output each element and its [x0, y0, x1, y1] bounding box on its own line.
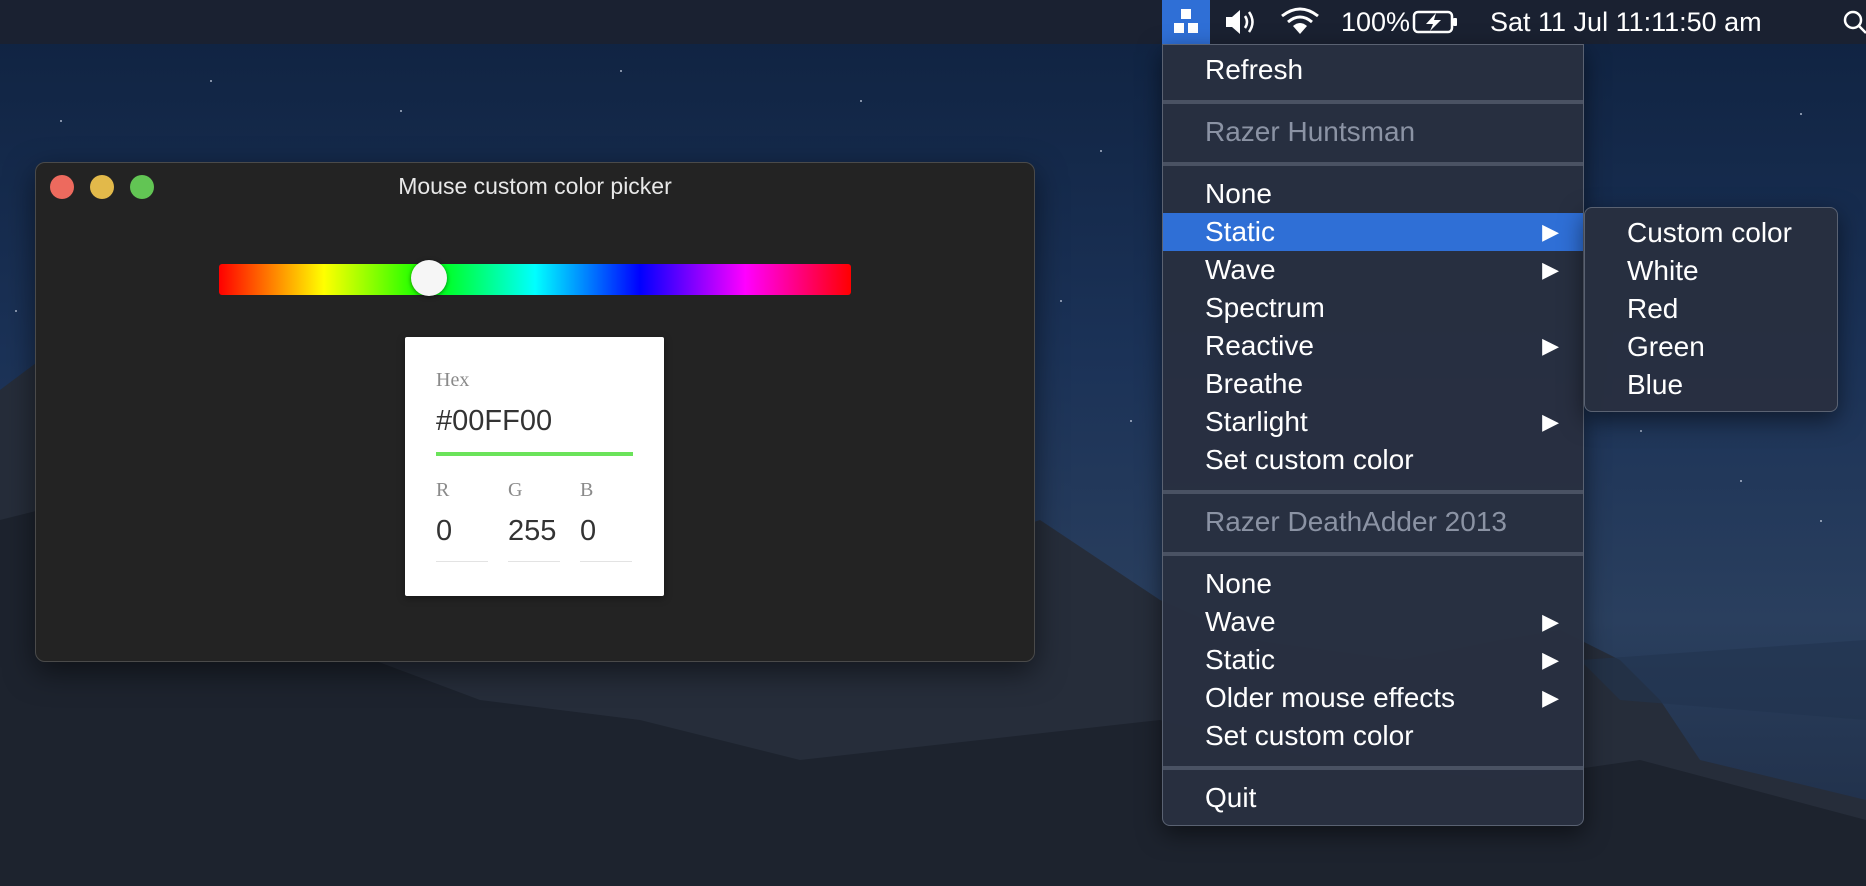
g-input[interactable]: 255: [508, 515, 556, 548]
menu-item-label: None: [1205, 568, 1272, 599]
window-title: Mouse custom color picker: [398, 173, 672, 199]
menu-item-huntsman-starlight[interactable]: Starlight ▶: [1163, 403, 1583, 441]
menu-item-deathadder-static[interactable]: Static ▶: [1163, 641, 1583, 679]
menu-item-label: Static: [1205, 216, 1276, 247]
menu-header-razer-huntsman: Razer Huntsman: [1205, 116, 1416, 147]
hex-input-underline: [436, 452, 633, 456]
submenu-item-green[interactable]: Green: [1585, 328, 1837, 366]
submenu-item-custom-color[interactable]: Custom color: [1585, 214, 1837, 252]
menu-item-label: Set custom color: [1205, 720, 1414, 751]
r-input[interactable]: 0: [436, 515, 452, 548]
submenu-arrow-icon: ▶: [1542, 647, 1559, 672]
menu-bar: 100% Sat 11 Jul 11:11:50 am: [0, 0, 1866, 44]
tray-dropdown-menu: Refresh Razer Huntsman None Static ▶ Wav…: [1162, 44, 1584, 826]
menu-header-razer-deathadder: Razer DeathAdder 2013: [1205, 506, 1507, 537]
menu-item-label: Starlight: [1205, 406, 1308, 437]
submenu-item-white[interactable]: White: [1585, 252, 1837, 290]
clock[interactable]: Sat 11 Jul 11:11:50 am: [1490, 0, 1762, 44]
hue-slider-track[interactable]: [219, 264, 851, 295]
battery-charging-icon[interactable]: [1412, 0, 1460, 44]
razer-tray-icon-glyph: [1174, 9, 1198, 33]
submenu-arrow-icon: ▶: [1542, 409, 1559, 434]
b-input-underline: [580, 561, 632, 562]
razer-tray-icon[interactable]: [1162, 0, 1210, 44]
menu-item-label: Breathe: [1205, 368, 1304, 399]
menu-item-deathadder-wave[interactable]: Wave ▶: [1163, 603, 1583, 641]
menu-item-deathadder-older-effects[interactable]: Older mouse effects ▶: [1163, 679, 1583, 717]
menu-item-huntsman-none[interactable]: None: [1163, 175, 1583, 213]
menu-item-label: Spectrum: [1205, 292, 1325, 323]
b-input[interactable]: 0: [580, 515, 596, 548]
menu-item-label: Static: [1205, 644, 1276, 675]
menu-item-label: Older mouse effects: [1205, 682, 1456, 713]
submenu-arrow-icon: ▶: [1542, 219, 1559, 244]
menu-item-deathadder-set-custom-color[interactable]: Set custom color: [1163, 717, 1583, 755]
menu-item-label: Reactive: [1205, 330, 1314, 361]
menu-item-huntsman-reactive[interactable]: Reactive ▶: [1163, 327, 1583, 365]
menu-item-label: Wave: [1205, 606, 1276, 637]
submenu-item-red[interactable]: Red: [1585, 290, 1837, 328]
menu-item-huntsman-spectrum[interactable]: Spectrum: [1163, 289, 1583, 327]
wifi-icon[interactable]: [1278, 0, 1322, 44]
submenu-item-blue[interactable]: Blue: [1585, 366, 1837, 404]
battery-percent: 100%: [1341, 7, 1411, 37]
menu-item-huntsman-breathe[interactable]: Breathe: [1163, 365, 1583, 403]
color-picker-window: Mouse custom color picker Hex #00FF00 R …: [35, 162, 1035, 662]
menu-item-label: Wave: [1205, 254, 1276, 285]
submenu-arrow-icon: ▶: [1542, 333, 1559, 358]
menu-separator: [1163, 766, 1583, 770]
r-label: R: [436, 479, 450, 501]
menu-item-huntsman-wave[interactable]: Wave ▶: [1163, 251, 1583, 289]
menu-separator: [1163, 552, 1583, 556]
menu-separator: [1163, 490, 1583, 494]
hex-input[interactable]: #00FF00: [436, 405, 552, 438]
menu-item-huntsman-static[interactable]: Static ▶: [1163, 213, 1583, 251]
menu-item-label: Set custom color: [1205, 444, 1414, 475]
menu-item-label: None: [1205, 178, 1272, 209]
g-label: G: [508, 479, 523, 501]
menu-item-huntsman-set-custom-color[interactable]: Set custom color: [1163, 441, 1583, 479]
menu-item-refresh[interactable]: Refresh: [1163, 51, 1583, 89]
color-input-card: Hex #00FF00 R G B 0 255 0: [405, 337, 664, 596]
static-submenu: Custom color White Red Green Blue: [1584, 207, 1838, 412]
g-input-underline: [508, 561, 560, 562]
menu-item-deathadder-none[interactable]: None: [1163, 565, 1583, 603]
menu-item-quit[interactable]: Quit: [1163, 779, 1583, 817]
b-label: B: [580, 479, 594, 501]
search-icon[interactable]: [1840, 0, 1866, 44]
menu-separator: [1163, 100, 1583, 104]
speaker-icon[interactable]: [1222, 0, 1262, 44]
menu-separator: [1163, 162, 1583, 166]
submenu-arrow-icon: ▶: [1542, 257, 1559, 282]
submenu-arrow-icon: ▶: [1542, 609, 1559, 634]
r-input-underline: [436, 561, 488, 562]
submenu-arrow-icon: ▶: [1542, 685, 1559, 710]
hex-label: Hex: [436, 369, 470, 391]
